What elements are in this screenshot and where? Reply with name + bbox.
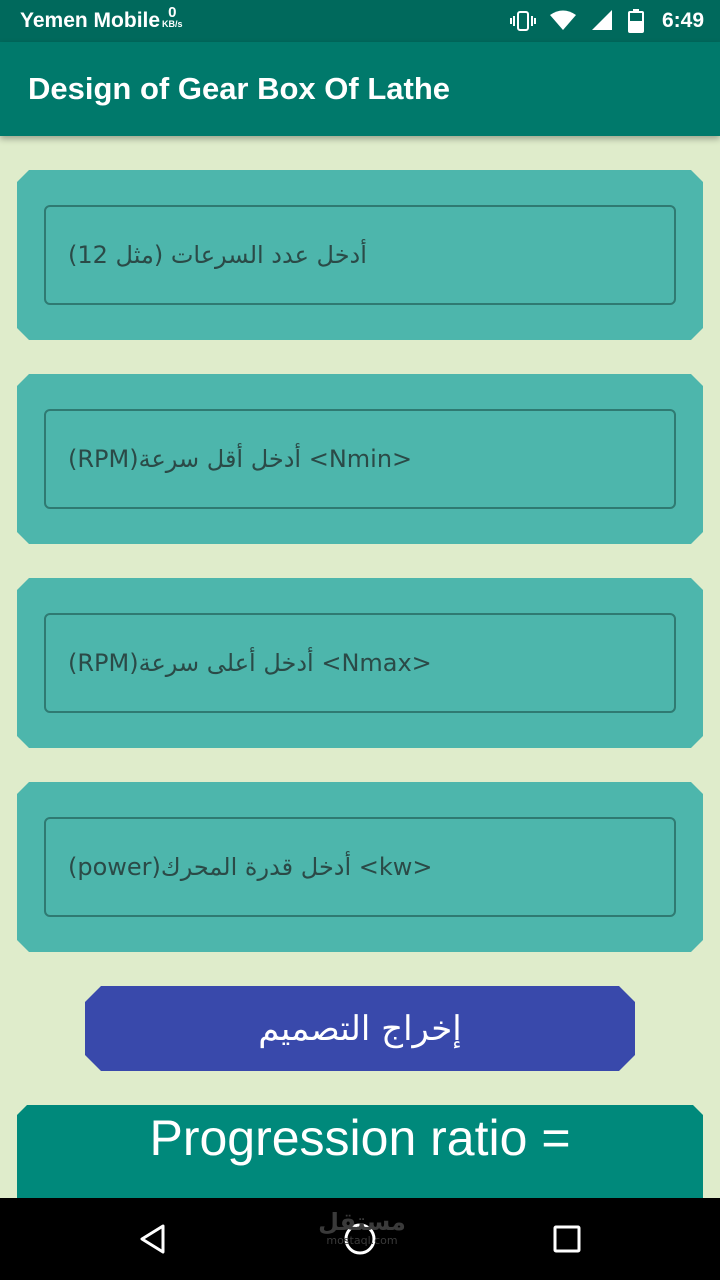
generate-design-label: إخراج التصميم xyxy=(258,1008,462,1049)
battery-icon xyxy=(627,9,644,33)
network-speed-indicator: 0 KB/s xyxy=(162,5,183,29)
carrier-name: Yemen Mobile xyxy=(20,9,161,32)
vibrate-icon xyxy=(509,10,536,32)
motor-power-card: (power)أدخل قدرة المحرك <kw> xyxy=(17,782,703,952)
status-bar: Yemen Mobile 0 KB/s 6:49 xyxy=(0,0,720,42)
wifi-icon xyxy=(549,10,576,32)
min-speed-input[interactable]: (RPM)أدخل أقل سرعة <Nmin> xyxy=(44,409,676,509)
network-speed-unit: KB/s xyxy=(162,19,183,29)
home-icon[interactable] xyxy=(320,1198,400,1280)
navigation-bar xyxy=(0,1198,720,1280)
status-time: 6:49 xyxy=(661,9,704,32)
max-speed-input[interactable]: (RPM)أدخل أعلى سرعة <Nmax> xyxy=(44,613,676,713)
generate-design-button[interactable]: إخراج التصميم xyxy=(85,986,635,1071)
signal-icon xyxy=(590,10,614,32)
max-speed-card: (RPM)أدخل أعلى سرعة <Nmax> xyxy=(17,578,703,748)
speeds-count-input[interactable]: أدخل عدد السرعات (مثل 12) xyxy=(44,205,676,305)
speeds-count-card: أدخل عدد السرعات (مثل 12) xyxy=(17,170,703,340)
motor-power-placeholder: (power)أدخل قدرة المحرك <kw> xyxy=(68,853,433,881)
min-speed-card: (RPM)أدخل أقل سرعة <Nmin> xyxy=(17,374,703,544)
motor-power-input[interactable]: (power)أدخل قدرة المحرك <kw> xyxy=(44,817,676,917)
min-speed-placeholder: (RPM)أدخل أقل سرعة <Nmin> xyxy=(68,445,413,473)
app-bar: Design of Gear Box Of Lathe xyxy=(0,42,720,136)
network-speed-value: 0 xyxy=(168,4,177,21)
recents-icon[interactable] xyxy=(527,1198,607,1280)
speeds-count-placeholder: أدخل عدد السرعات (مثل 12) xyxy=(68,241,367,269)
back-icon[interactable] xyxy=(113,1198,193,1280)
app-title: Design of Gear Box Of Lathe xyxy=(28,71,451,106)
max-speed-placeholder: (RPM)أدخل أعلى سرعة <Nmax> xyxy=(68,649,432,677)
